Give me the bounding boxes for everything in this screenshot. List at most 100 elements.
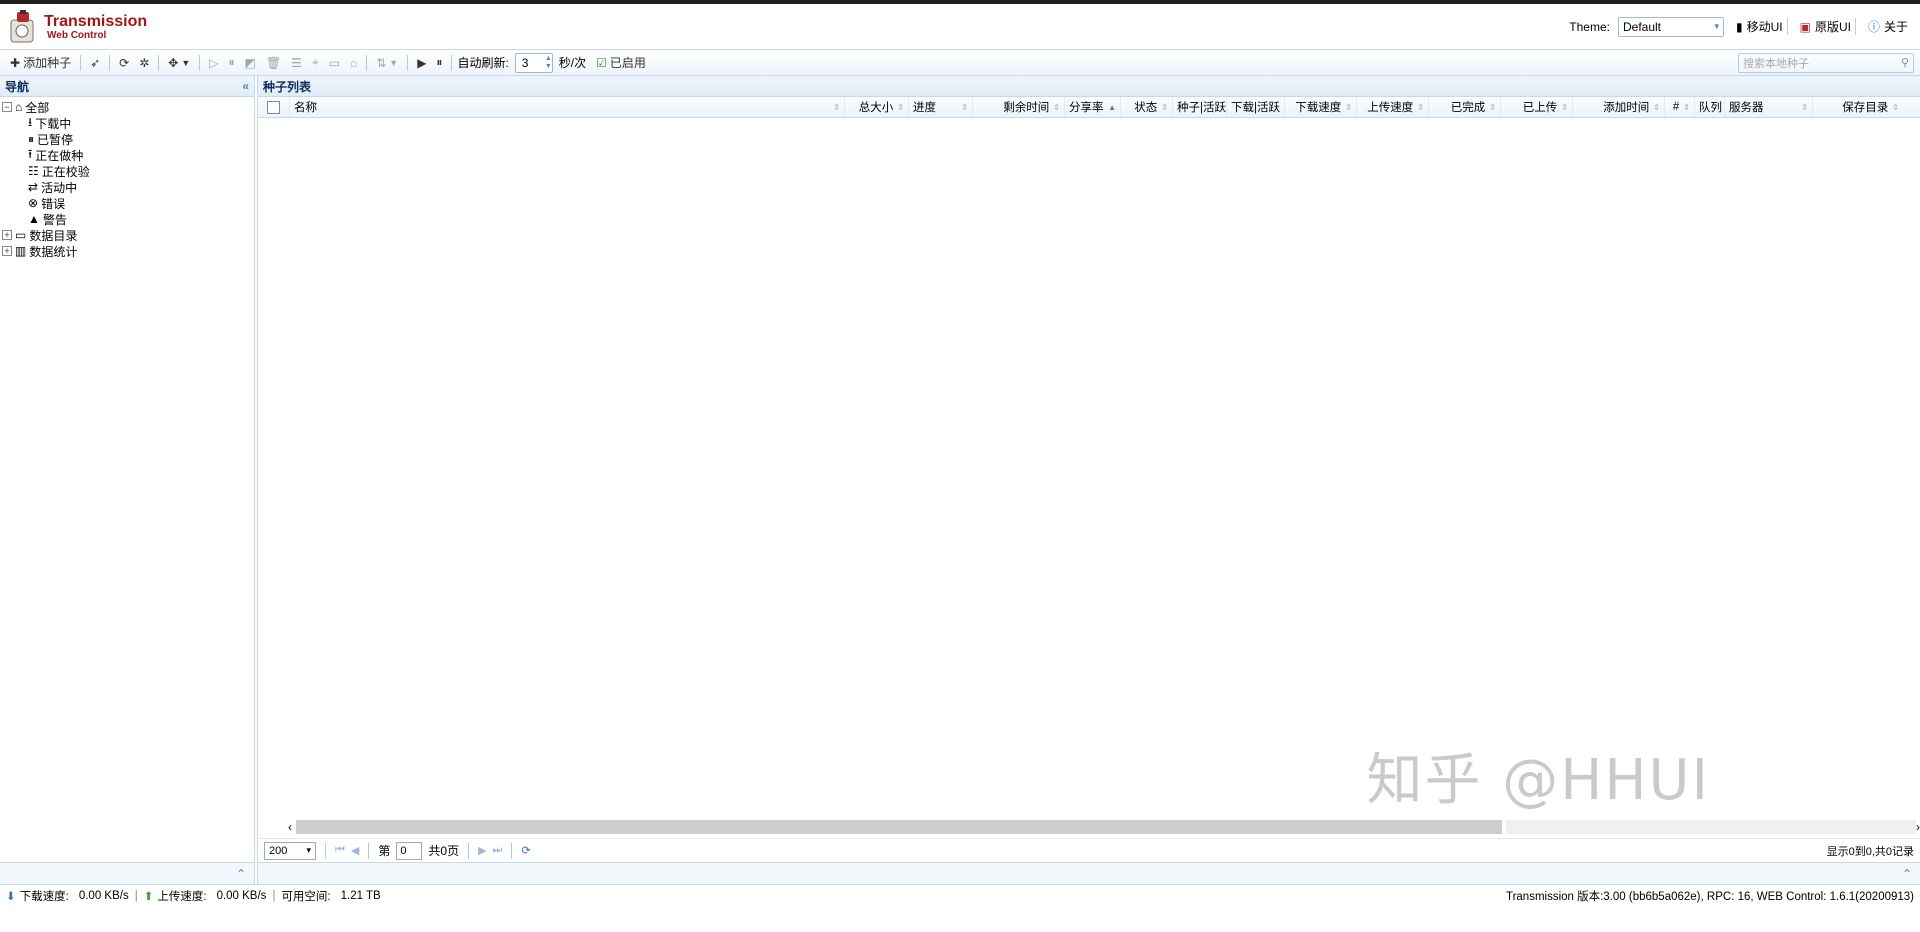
- search-input[interactable]: 搜索本地种子 ⚲: [1738, 52, 1914, 73]
- add-torrent-button[interactable]: ✚ 添加种子: [6, 52, 75, 74]
- main-area: 导航 « − ⌂ 全部 ⭳ 下载中 ⏸ 已暂停 ⭱ 正在做种 ☷ 正在校验 ⇄ …: [0, 76, 1920, 884]
- tree-item-data-dirs[interactable]: + ▭ 数据目录: [2, 227, 254, 243]
- remove-button[interactable]: 🗑: [262, 52, 285, 74]
- column-header-added[interactable]: 添加时间 ⇕: [1573, 97, 1665, 117]
- tree-item-all[interactable]: − ⌂ 全部: [2, 99, 254, 115]
- collapse-icon[interactable]: −: [2, 102, 12, 112]
- column-header-save-dir[interactable]: 保存目录 ⇕: [1813, 97, 1903, 117]
- status-divider: |: [134, 889, 138, 902]
- rename-button[interactable]: ☰: [287, 52, 306, 74]
- start-all-button[interactable]: ➶: [86, 52, 104, 74]
- scroll-right-icon[interactable]: ›: [1916, 820, 1920, 834]
- tree-item-downloading[interactable]: ⭳ 下载中: [2, 115, 254, 131]
- select-all-checkbox[interactable]: [267, 100, 280, 114]
- next-page-icon[interactable]: ▶: [478, 844, 486, 857]
- settings-button[interactable]: ✲: [135, 52, 153, 74]
- expand-up-icon[interactable]: ⌃: [1902, 867, 1912, 881]
- toolbar: ✚ 添加种子 ➶ ⟳ ✲ ✥ ▼ ▷ ⏸ ◩ 🗑 ☰ ⌖ ▭ ⌂ ⇅ ▼ ▶ ⏸ 自…: [0, 50, 1920, 76]
- column-header-uploaded[interactable]: 已上传 ⇕: [1501, 97, 1573, 117]
- toolbar-divider: [158, 54, 160, 71]
- queue-move-button[interactable]: ⇅ ▼: [372, 52, 402, 74]
- expand-icon[interactable]: +: [2, 246, 12, 256]
- pause-all-circle-button[interactable]: ⏸: [432, 52, 446, 74]
- start-button[interactable]: ▷: [205, 52, 222, 74]
- column-header-completed[interactable]: 已完成 ⇕: [1429, 97, 1501, 117]
- tree-item-paused[interactable]: ⏸ 已暂停: [2, 131, 254, 147]
- prev-page-icon[interactable]: ◀: [351, 844, 359, 857]
- column-header-name[interactable]: 名称 ⇕: [290, 97, 845, 117]
- content-bottom-bar: ⌃: [258, 862, 1920, 884]
- horizontal-scrollbar[interactable]: ‹ ›: [288, 820, 1920, 834]
- scroll-left-icon[interactable]: ‹: [288, 820, 292, 834]
- plugins-button[interactable]: ✥ ▼: [164, 52, 194, 74]
- column-label: #: [1672, 101, 1680, 113]
- column-header-queue[interactable]: 队列: [1695, 97, 1725, 117]
- auto-refresh-spinner[interactable]: 3 ▲ ▼: [514, 52, 553, 73]
- navigation-tree: − ⌂ 全部 ⭳ 下载中 ⏸ 已暂停 ⭱ 正在做种 ☷ 正在校验 ⇄ 活动中 ⊗…: [0, 97, 254, 862]
- column-header-tracker[interactable]: 服务器 ⇕: [1725, 97, 1813, 117]
- caret-down-icon: ▼: [389, 57, 399, 68]
- reload-icon[interactable]: ⟳: [521, 844, 530, 857]
- column-label: 总大小: [858, 102, 894, 114]
- navigation-title: 导航: [5, 79, 30, 94]
- sort-icon: ⇕: [1345, 102, 1352, 112]
- pause-button[interactable]: ⏸: [224, 52, 238, 74]
- tree-item-statistics[interactable]: + ▥ 数据统计: [2, 243, 254, 259]
- labels-button[interactable]: ⌂: [346, 52, 361, 74]
- column-header-size[interactable]: 总大小 ⇕: [845, 97, 909, 117]
- tree-item-seeding[interactable]: ⭱ 正在做种: [2, 147, 254, 163]
- first-page-icon[interactable]: ⏮: [335, 844, 345, 857]
- tree-item-error[interactable]: ⊗ 错误: [2, 195, 254, 211]
- change-dir-button[interactable]: ▭: [325, 52, 344, 74]
- upload-speed-value: 0.00 KB/s: [216, 889, 267, 902]
- column-header-status[interactable]: 状态 ⇕: [1121, 97, 1173, 117]
- scrollbar-track[interactable]: [1506, 820, 1916, 834]
- reannounce-button[interactable]: ⌖: [308, 52, 323, 74]
- chevron-down-icon: ▾: [306, 845, 311, 855]
- column-header-seeders[interactable]: 种子|活跃: [1173, 97, 1227, 117]
- spinner-arrows-icon[interactable]: ▲ ▼: [545, 55, 552, 71]
- tree-item-active[interactable]: ⇄ 活动中: [2, 179, 254, 195]
- download-arrow-icon: ⬇: [6, 890, 16, 903]
- toolbar-divider: [80, 54, 82, 71]
- tree-item-warning[interactable]: ▲ 警告: [2, 211, 254, 227]
- page-prefix: 第: [378, 844, 391, 858]
- page-number-input[interactable]: 0: [396, 841, 423, 860]
- column-header-progress[interactable]: 进度 ⇕: [909, 97, 973, 117]
- column-header-download-speed[interactable]: 下载速度 ⇕: [1285, 97, 1357, 117]
- tree-item-checking[interactable]: ☷ 正在校验: [2, 163, 254, 179]
- expand-up-icon[interactable]: ⌃: [236, 867, 246, 881]
- theme-label: Theme:: [1569, 19, 1610, 34]
- last-page-icon[interactable]: ⏭: [493, 844, 503, 857]
- column-label: 服务器: [1729, 102, 1764, 114]
- original-ui-link[interactable]: ▣ 原版UI: [1796, 18, 1856, 35]
- toolbar-divider: [366, 54, 368, 71]
- pause-square-icon: ⏸: [228, 55, 235, 69]
- trash-icon: 🗑: [265, 55, 282, 70]
- page-size-select[interactable]: 200 ▾: [264, 841, 316, 860]
- mobile-ui-link[interactable]: ▮ 移动UI: [1732, 18, 1788, 35]
- scrollbar-thumb[interactable]: [296, 820, 1502, 834]
- expand-icon[interactable]: +: [2, 230, 12, 240]
- sort-icon: ⇕: [1892, 102, 1899, 112]
- collapse-left-icon[interactable]: «: [242, 79, 249, 93]
- status-divider: |: [272, 889, 276, 902]
- column-header-remaining[interactable]: 剩余时间 ⇕: [973, 97, 1065, 117]
- column-header-leechers[interactable]: 下载|活跃: [1227, 97, 1285, 117]
- refresh-icon: ⟳: [119, 55, 130, 70]
- column-header-ratio[interactable]: 分享率 ▲: [1065, 97, 1121, 117]
- refresh-button[interactable]: ⟳: [115, 52, 133, 74]
- rocket-icon: ➶: [90, 55, 101, 70]
- column-header-index[interactable]: # ⇕: [1665, 97, 1695, 117]
- toolbar-divider: [407, 54, 409, 71]
- torrent-list-panel: 种子列表 名称 ⇕ 总大小 ⇕ 进度 ⇕ 剩余时间 ⇕ 分享率 ▲ 状态 ⇕ 种子|活跃 下…: [257, 76, 1920, 884]
- auto-refresh-checkbox[interactable]: ☑ 已启用: [592, 52, 650, 74]
- theme-select[interactable]: Default ▾: [1617, 16, 1724, 37]
- plus-icon: ✚: [10, 55, 21, 70]
- status-bar: ⬇ 下载速度: 0.00 KB/s | ⬆ 上传速度: 0.00 KB/s | …: [0, 884, 1920, 906]
- recheck-button[interactable]: ◩: [241, 52, 260, 74]
- start-all-circle-button[interactable]: ▶: [413, 52, 430, 74]
- column-header-upload-speed[interactable]: 上传速度 ⇕: [1357, 97, 1429, 117]
- caret-down-icon: ▼: [181, 57, 191, 68]
- about-link[interactable]: ⓘ 关于: [1864, 18, 1912, 35]
